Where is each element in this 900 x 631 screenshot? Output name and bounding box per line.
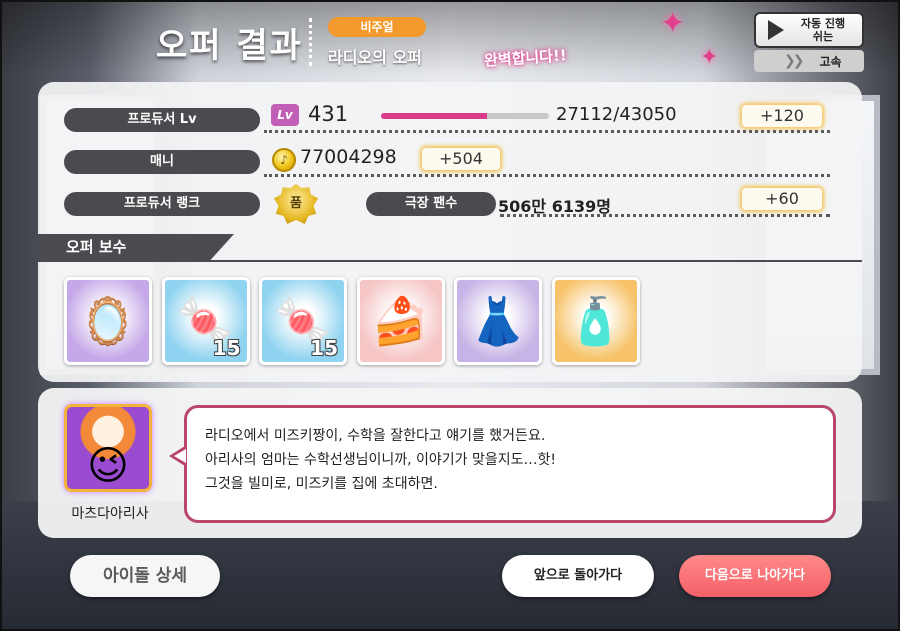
row-divider <box>264 174 830 177</box>
producer-rank-label: 프로듀서 랭크 <box>64 192 260 216</box>
reward-item-pink-macarons[interactable]: 🍬 15 <box>161 277 250 365</box>
row-divider <box>500 214 830 217</box>
reward-item-roll-cake[interactable]: 🍰 <box>356 277 445 365</box>
type-badge: 비주얼 <box>328 17 426 37</box>
auto-play-button[interactable]: 자동 진행 쉬는 <box>754 12 864 48</box>
money-value: 77004298 <box>300 146 397 168</box>
cosmetics-icon: 🧴 <box>566 293 625 348</box>
sparkle-icon: ✦ <box>700 45 719 70</box>
row-divider <box>264 130 830 133</box>
money-label: 매니 <box>64 150 260 174</box>
fans-gain: +60 <box>742 188 822 210</box>
dialogue-panel: 😉 마츠다아리사 라디오에서 미즈키짱이, 수학을 잘한다고 얘기를 했거든요.… <box>38 388 862 538</box>
fans-label: 극장 팬수 <box>366 192 496 216</box>
exp-progress-bar <box>381 113 549 119</box>
dialogue-line: 라디오에서 미즈키짱이, 수학을 잘한다고 얘기를 했거든요. <box>205 428 546 444</box>
results-panel: 프로듀서 Lv Lv 431 27112/43050 +120 매니 ♪ 770… <box>38 82 862 382</box>
character-name: 마츠다아리사 <box>71 506 149 522</box>
reward-count: 15 <box>212 336 241 360</box>
rank-badge-icon: 품 <box>274 184 318 224</box>
white-dress-icon: 👗 <box>469 293 527 348</box>
producer-lv-label: 프로듀서 Lv <box>64 108 260 132</box>
roll-cake-icon: 🍰 <box>371 293 430 348</box>
level-value: 431 <box>308 102 349 126</box>
go-back-button[interactable]: 앞으로 돌아가다 <box>502 555 654 597</box>
dialogue-line: 아리사의 엄마는 수학선생님이니까, 이야기가 맞을지도…핫! <box>205 452 556 468</box>
reward-count: 15 <box>310 336 338 360</box>
money-gain: +504 <box>422 148 500 170</box>
speed-label: 고속 <box>819 54 842 69</box>
exp-value: 27112/43050 <box>556 104 677 125</box>
exp-progress-fill <box>381 113 487 119</box>
auto-play-label: 자동 진행 쉬는 <box>800 17 846 43</box>
level-icon: Lv <box>271 104 299 126</box>
speed-button[interactable]: ❯❯ 고속 <box>754 50 864 72</box>
speech-bubble: 라디오에서 미즈키짱이, 수학을 잘한다고 얘기를 했거든요. 아리사의 엄마는… <box>184 405 836 523</box>
go-next-button[interactable]: 다음으로 나아가다 <box>679 555 831 597</box>
rewards-divider <box>38 260 862 262</box>
character-avatar[interactable]: 😉 <box>64 404 152 492</box>
idol-detail-button[interactable]: 아이돌 상세 <box>70 555 220 597</box>
offer-name: 라디오의 오퍼 <box>328 48 422 67</box>
reward-item-cosmetics[interactable]: 🧴 <box>551 277 640 365</box>
hand-mirror-icon: 🪞 <box>79 293 137 348</box>
rewards-heading: 오퍼 보수 <box>38 234 234 260</box>
page-title: 오퍼 결과 <box>156 26 303 66</box>
character-face-icon: 😉 <box>87 443 129 489</box>
fast-forward-icon: ❯❯ <box>784 53 805 69</box>
exp-gain: +120 <box>742 105 822 127</box>
reward-item-white-dress[interactable]: 👗 <box>454 277 542 365</box>
title-divider <box>309 18 312 66</box>
speech-tail-inner <box>174 449 186 463</box>
sparkle-icon: ✦ <box>660 6 686 41</box>
coin-icon: ♪ <box>272 148 296 172</box>
reward-item-pink-macarons[interactable]: 🍬 15 <box>259 277 347 365</box>
reward-item-hand-mirror[interactable]: 🪞 <box>64 277 152 365</box>
dialogue-line: 그것을 빌미로, 미즈키를 집에 초대하면. <box>205 476 438 492</box>
play-icon <box>768 20 784 40</box>
